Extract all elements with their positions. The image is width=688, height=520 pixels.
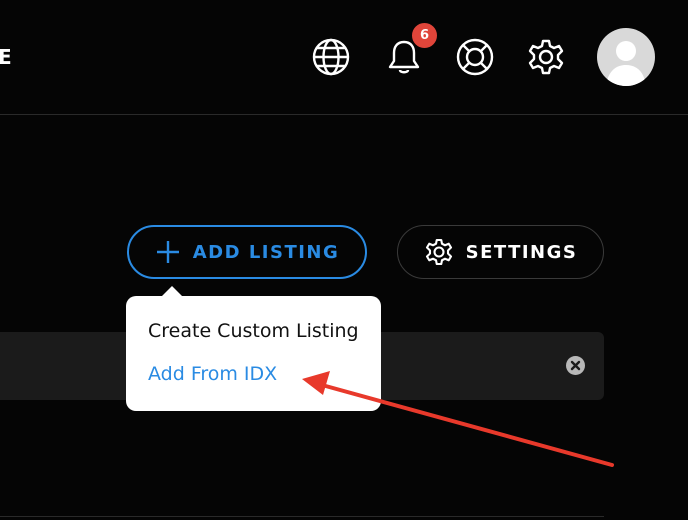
gear-icon[interactable] [526,37,566,77]
gear-icon [425,238,452,266]
add-listing-button[interactable]: ADD LISTING [127,225,367,279]
settings-label: SETTINGS [465,241,578,263]
menu-item-create-custom-listing[interactable]: Create Custom Listing [148,320,359,342]
globe-icon[interactable] [311,37,351,77]
plus-icon [156,241,179,263]
menu-item-add-from-idx[interactable]: Add From IDX [148,363,277,385]
close-icon[interactable] [566,356,585,375]
divider [0,516,604,517]
add-listing-label: ADD LISTING [192,241,340,263]
avatar[interactable] [597,28,655,86]
top-bar: E 6 [0,0,688,115]
brand-logo-text: E [0,45,13,69]
help-lifebuoy-icon[interactable] [455,37,495,77]
notification-badge: 6 [410,21,439,50]
settings-button[interactable]: SETTINGS [397,225,604,279]
add-listing-dropdown: Create Custom Listing Add From IDX [126,296,381,411]
